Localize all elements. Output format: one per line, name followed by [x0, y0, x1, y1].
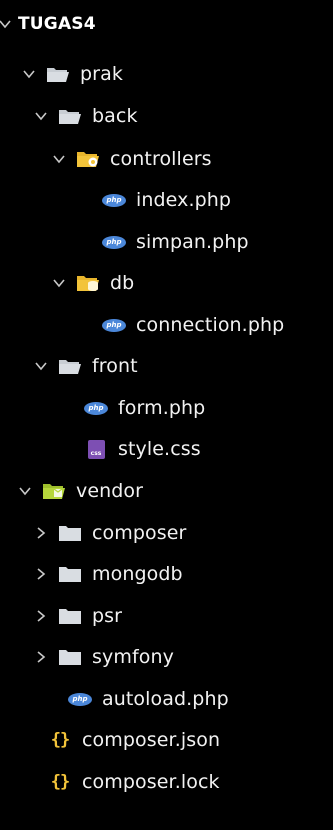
tree-item-mongodb[interactable]: mongodb [0, 554, 333, 594]
folder-closed-icon [58, 564, 82, 584]
tree-item-label: psr [92, 605, 123, 627]
tree-item-label: back [92, 105, 138, 127]
tree-item-label: composer.json [82, 729, 221, 751]
folder-open-icon [58, 356, 82, 376]
folder-open-icon [58, 106, 82, 126]
tree-item-back[interactable]: back [0, 96, 333, 136]
explorer-root-title: TUGAS4 [18, 14, 96, 34]
tree-item-style-css[interactable]: css style.css [0, 429, 333, 469]
tree-item-label: symfony [92, 646, 174, 668]
tree-item-composer-lock[interactable]: {} composer.lock [0, 762, 333, 802]
chevron-down-icon[interactable] [0, 17, 12, 31]
json-icon: {} [50, 772, 71, 792]
tree-item-label: db [110, 272, 135, 294]
tree-item-composer[interactable]: composer [0, 513, 333, 553]
chevron-down-icon[interactable] [34, 359, 48, 373]
chevron-down-icon[interactable] [18, 484, 32, 498]
chevron-right-icon[interactable] [34, 567, 48, 581]
folder-closed-icon [58, 606, 82, 626]
tree-item-label: connection.php [136, 314, 285, 336]
tree-item-label: mongodb [92, 563, 183, 585]
chevron-right-icon[interactable] [34, 650, 48, 664]
tree-item-label: form.php [118, 397, 206, 419]
tree-item-label: autoload.php [102, 688, 229, 710]
tree-item-label: simpan.php [136, 231, 249, 253]
folder-open-icon [46, 64, 70, 84]
tree-item-db[interactable]: db [0, 263, 333, 303]
tree-item-simpan-php[interactable]: php simpan.php [0, 222, 333, 262]
chevron-down-icon[interactable] [22, 67, 36, 81]
tree-item-front[interactable]: front [0, 346, 333, 386]
php-icon: php [102, 315, 126, 335]
tree-item-label: index.php [136, 189, 232, 211]
tree-item-label: prak [80, 63, 123, 85]
file-explorer: TUGAS4 prak back controllers php index.p… [0, 0, 333, 830]
tree-item-label: style.css [118, 438, 201, 460]
folder-db-icon [76, 273, 100, 293]
folder-closed-icon [58, 647, 82, 667]
tree-item-controllers[interactable]: controllers [0, 139, 333, 179]
tree-item-composer-json[interactable]: {} composer.json [0, 720, 333, 760]
php-icon: php [84, 398, 108, 418]
css-icon: css [84, 439, 108, 459]
json-icon: {} [50, 730, 71, 750]
tree-item-connection-php[interactable]: php connection.php [0, 305, 333, 345]
chevron-down-icon[interactable] [52, 276, 66, 290]
folder-vendor-icon [42, 481, 66, 501]
php-icon: php [102, 232, 126, 252]
folder-controllers-icon [76, 149, 100, 169]
tree-item-autoload-php[interactable]: php autoload.php [0, 679, 333, 719]
php-icon: php [102, 190, 126, 210]
tree-item-vendor[interactable]: vendor [0, 471, 333, 511]
tree-item-symfony[interactable]: symfony [0, 637, 333, 677]
folder-closed-icon [58, 523, 82, 543]
tree-item-form-php[interactable]: php form.php [0, 388, 333, 428]
tree-item-index-php[interactable]: php index.php [0, 180, 333, 220]
chevron-right-icon[interactable] [34, 526, 48, 540]
tree-item-label: composer [92, 522, 187, 544]
tree-item-label: vendor [76, 480, 144, 502]
tree-item-prak[interactable]: prak [0, 54, 333, 94]
chevron-down-icon[interactable] [52, 152, 66, 166]
chevron-right-icon[interactable] [34, 609, 48, 623]
chevron-down-icon[interactable] [34, 109, 48, 123]
tree-item-label: front [92, 355, 138, 377]
tree-item-psr[interactable]: psr [0, 596, 333, 636]
tree-item-label: controllers [110, 148, 212, 170]
explorer-root-row[interactable]: TUGAS4 [0, 4, 333, 44]
tree-item-label: composer.lock [82, 771, 220, 793]
php-icon: php [68, 689, 92, 709]
